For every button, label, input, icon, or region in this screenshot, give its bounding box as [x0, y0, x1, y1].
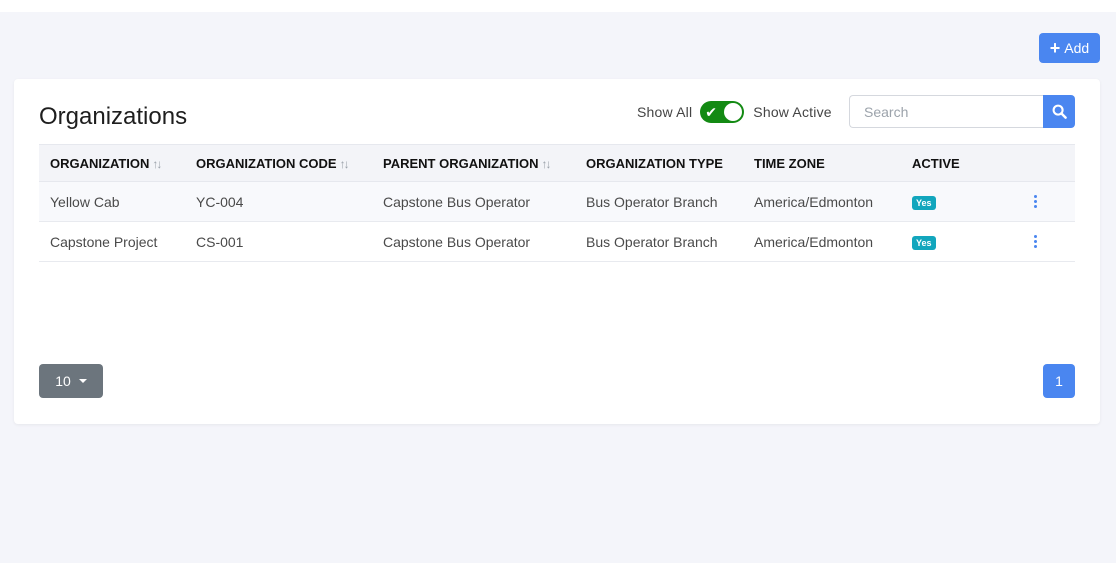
cell-organization: Yellow Cab — [50, 193, 120, 210]
column-label: PARENT ORGANIZATION — [383, 155, 539, 171]
show-all-label: Show All — [637, 104, 693, 120]
top-bar — [0, 0, 1116, 12]
page-size-dropdown[interactable]: 10 — [39, 364, 103, 398]
table-row[interactable]: Yellow Cab YC-004 Capstone Bus Operator … — [39, 181, 1075, 222]
cell-type: Bus Operator Branch — [586, 233, 718, 250]
show-filter-toggle-group: Show All ✔ Show Active — [637, 100, 832, 124]
show-active-toggle[interactable]: ✔ — [700, 101, 745, 123]
add-button-label: Add — [1064, 40, 1090, 56]
cell-parent: Capstone Bus Operator — [383, 233, 531, 250]
cell-timezone: America/Edmonton — [754, 193, 874, 210]
sort-icon[interactable]: ↑↓ — [152, 157, 162, 171]
column-header-organization-code[interactable]: ORGANIZATION CODE ↑↓ — [185, 145, 372, 182]
more-actions-icon[interactable] — [1032, 235, 1038, 248]
table-row[interactable]: Capstone Project CS-001 Capstone Bus Ope… — [39, 222, 1075, 262]
page-title: Organizations — [39, 103, 188, 130]
check-icon: ✔ — [705, 104, 718, 120]
column-header-organization[interactable]: ORGANIZATION ↑↓ — [39, 145, 185, 182]
column-header-parent-organization[interactable]: PARENT ORGANIZATION ↑↓ — [372, 145, 575, 182]
column-label: ORGANIZATION CODE — [196, 155, 337, 171]
cell-active: Yes — [901, 222, 1021, 262]
search-input[interactable] — [849, 95, 1043, 128]
cell-active: Yes — [901, 182, 1021, 222]
caret-down-icon — [78, 379, 87, 383]
column-label: ORGANIZATION TYPE — [586, 155, 723, 171]
pagination-page-button[interactable]: 1 — [1043, 364, 1075, 398]
cell-type: Bus Operator Branch — [586, 193, 718, 210]
column-label: TIME ZONE — [754, 155, 825, 171]
cell-actions — [1021, 182, 1075, 222]
column-header-active: ACTIVE — [901, 145, 1021, 182]
column-label: ORGANIZATION — [50, 155, 150, 171]
sort-icon[interactable]: ↑↓ — [542, 157, 552, 171]
organizations-table: ORGANIZATION ↑↓ ORGANIZATION CODE ↑↓ PAREN… — [39, 144, 1075, 262]
cell-parent: Capstone Bus Operator — [383, 193, 531, 210]
plus-icon: + — [1049, 38, 1061, 58]
add-button[interactable]: + Add — [1039, 33, 1100, 63]
show-active-label: Show Active — [753, 104, 832, 120]
cell-code: YC-004 — [196, 193, 244, 210]
organizations-card: Organizations Show All ✔ Show Active ORG… — [14, 79, 1100, 424]
page-number: 1 — [1055, 373, 1063, 389]
column-header-organization-type: ORGANIZATION TYPE — [575, 145, 743, 182]
cell-timezone: America/Edmonton — [754, 233, 874, 250]
page-size-value: 10 — [55, 373, 71, 389]
search-icon — [1052, 104, 1067, 119]
sort-icon[interactable]: ↑↓ — [340, 157, 350, 171]
active-badge: Yes — [912, 236, 936, 250]
search-button[interactable] — [1043, 95, 1075, 128]
cell-organization: Capstone Project — [50, 233, 158, 250]
cell-code: CS-001 — [196, 233, 244, 250]
column-label: ACTIVE — [912, 155, 960, 171]
active-badge: Yes — [912, 196, 936, 210]
search-group — [849, 95, 1075, 128]
column-header-actions — [1021, 145, 1075, 182]
toggle-knob — [724, 103, 743, 121]
cell-actions — [1021, 222, 1075, 262]
table-header-row: ORGANIZATION ↑↓ ORGANIZATION CODE ↑↓ PAREN… — [39, 144, 1075, 182]
more-actions-icon[interactable] — [1032, 195, 1038, 208]
column-header-time-zone: TIME ZONE — [743, 145, 901, 182]
